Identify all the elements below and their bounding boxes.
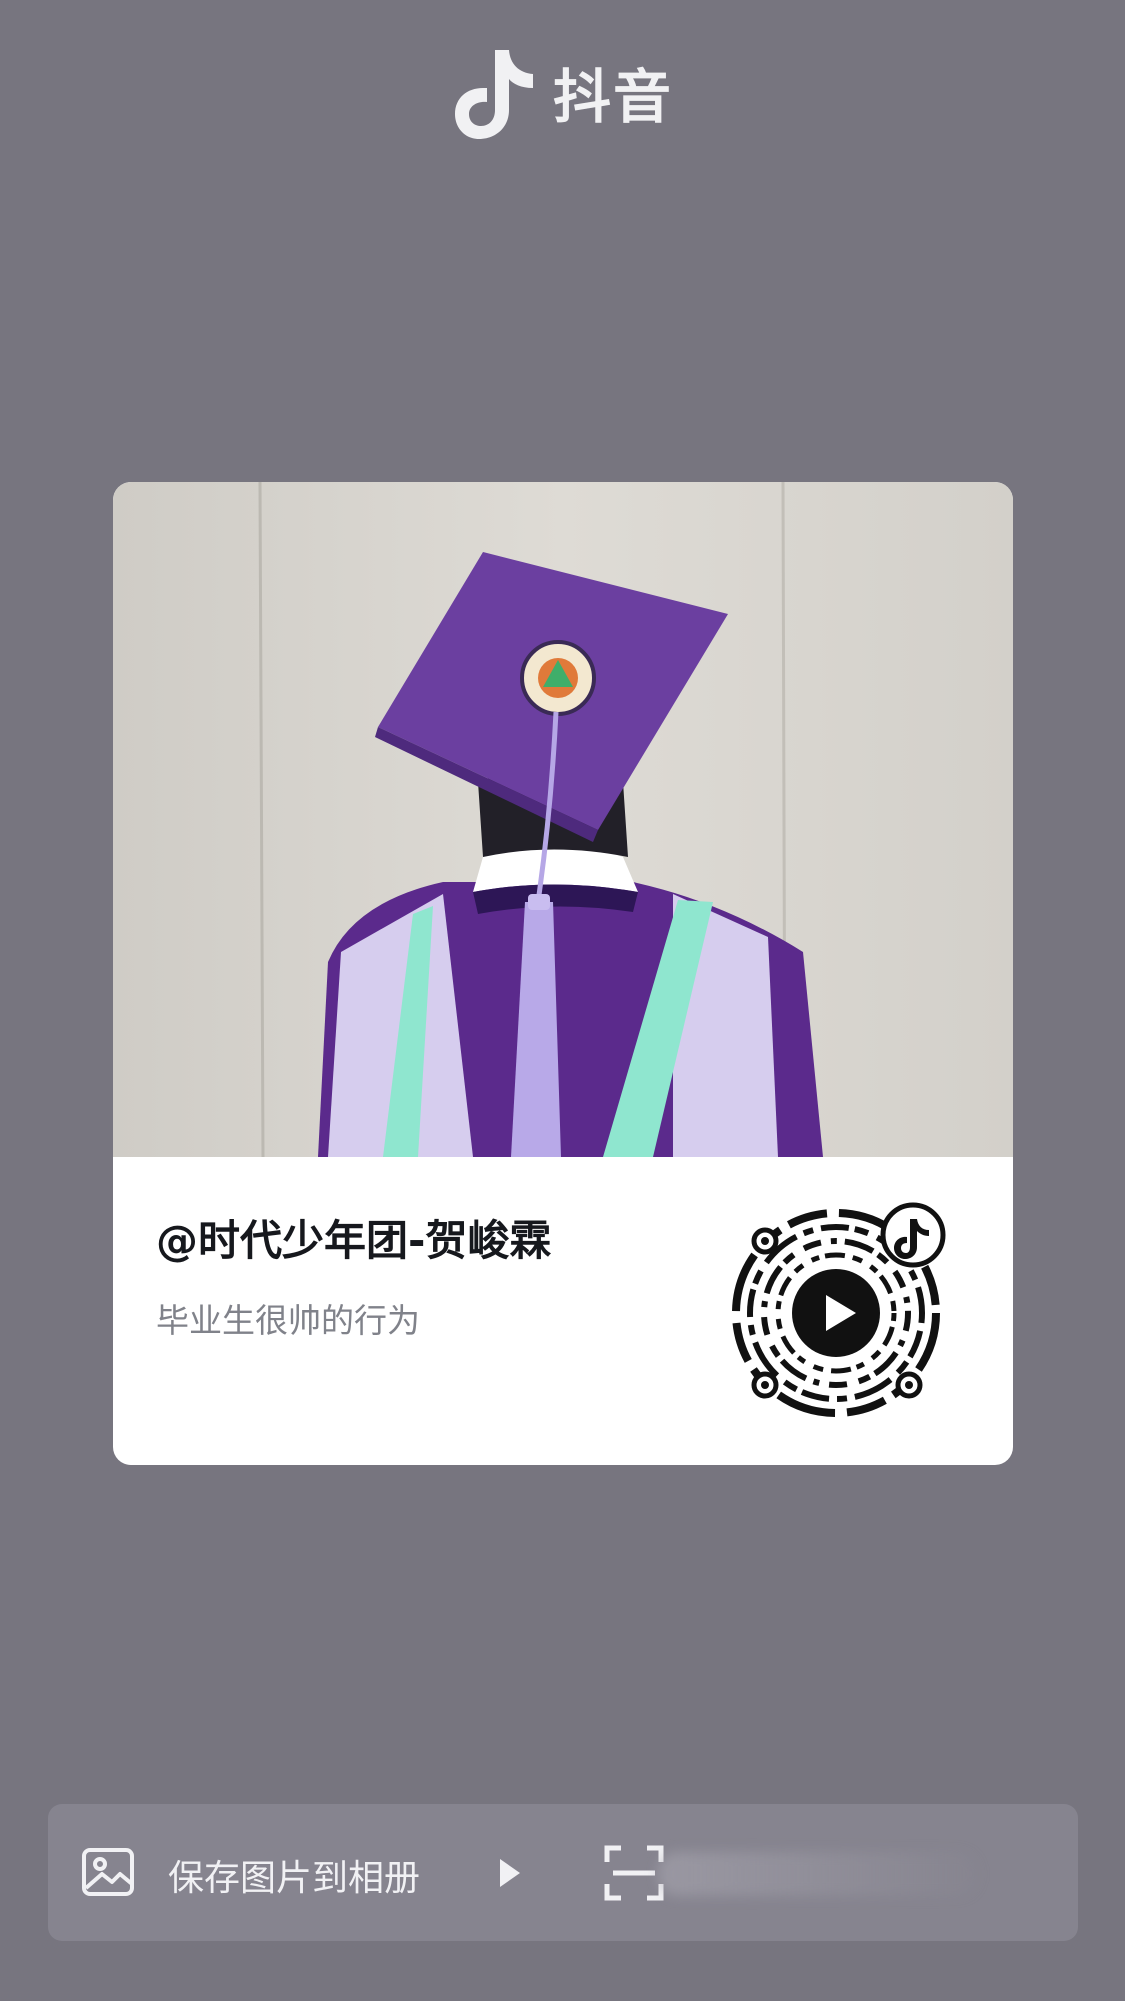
app-brand: 抖音 bbox=[455, 44, 673, 140]
author-name: @时代少年团-贺峻霖 bbox=[156, 1216, 552, 1265]
card-info: @时代少年团-贺峻霖 毕业生很帅的行为 bbox=[113, 1157, 1013, 1465]
tiktok-qr-code bbox=[732, 1202, 946, 1417]
share-card: @时代少年团-贺峻霖 毕业生很帅的行为 bbox=[113, 482, 1013, 1465]
graduate-back-view-photo bbox=[113, 482, 1013, 1157]
save-to-album-button[interactable]: 保存图片到相册 bbox=[168, 1849, 420, 1901]
bottom-action-bar: 保存图片到相册 bbox=[48, 1804, 1078, 1941]
tiktok-note-icon bbox=[455, 50, 533, 139]
play-triangle-icon[interactable] bbox=[496, 1856, 524, 1890]
video-description: 毕业生很帅的行为 bbox=[156, 1301, 420, 1340]
blurred-region bbox=[658, 1852, 978, 1896]
image-icon[interactable] bbox=[80, 1844, 136, 1900]
scan-icon[interactable] bbox=[603, 1842, 665, 1904]
app-name: 抖音 bbox=[553, 63, 674, 131]
